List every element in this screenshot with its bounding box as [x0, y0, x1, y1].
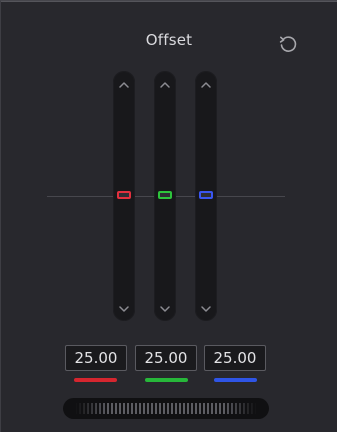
offset-panel: Offset 25.00 25.00 25.00 [0, 0, 337, 432]
blue-slider-handle[interactable] [199, 191, 213, 199]
chevron-down-icon[interactable] [117, 301, 131, 315]
red-value-field[interactable]: 25.00 [65, 345, 127, 371]
green-offset-slider[interactable] [154, 71, 176, 321]
red-channel-swatch [74, 378, 117, 382]
panel-top-border [1, 1, 337, 2]
blue-value-field[interactable]: 25.00 [204, 345, 266, 371]
green-channel-swatch [145, 378, 188, 382]
chevron-up-icon[interactable] [117, 77, 131, 91]
green-value-field[interactable]: 25.00 [135, 345, 197, 371]
jog-wheel-ribs [75, 403, 257, 414]
chevron-down-icon[interactable] [199, 301, 213, 315]
chevron-up-icon[interactable] [158, 77, 172, 91]
chevron-up-icon[interactable] [199, 77, 213, 91]
blue-offset-slider[interactable] [195, 71, 217, 321]
blue-channel-swatch [214, 378, 257, 382]
red-offset-slider[interactable] [113, 71, 135, 321]
chevron-down-icon[interactable] [158, 301, 172, 315]
green-slider-handle[interactable] [158, 191, 172, 199]
reset-icon[interactable] [277, 33, 299, 55]
master-offset-jog-wheel[interactable] [63, 398, 269, 419]
panel-title: Offset [145, 31, 193, 49]
red-slider-handle[interactable] [117, 191, 131, 199]
